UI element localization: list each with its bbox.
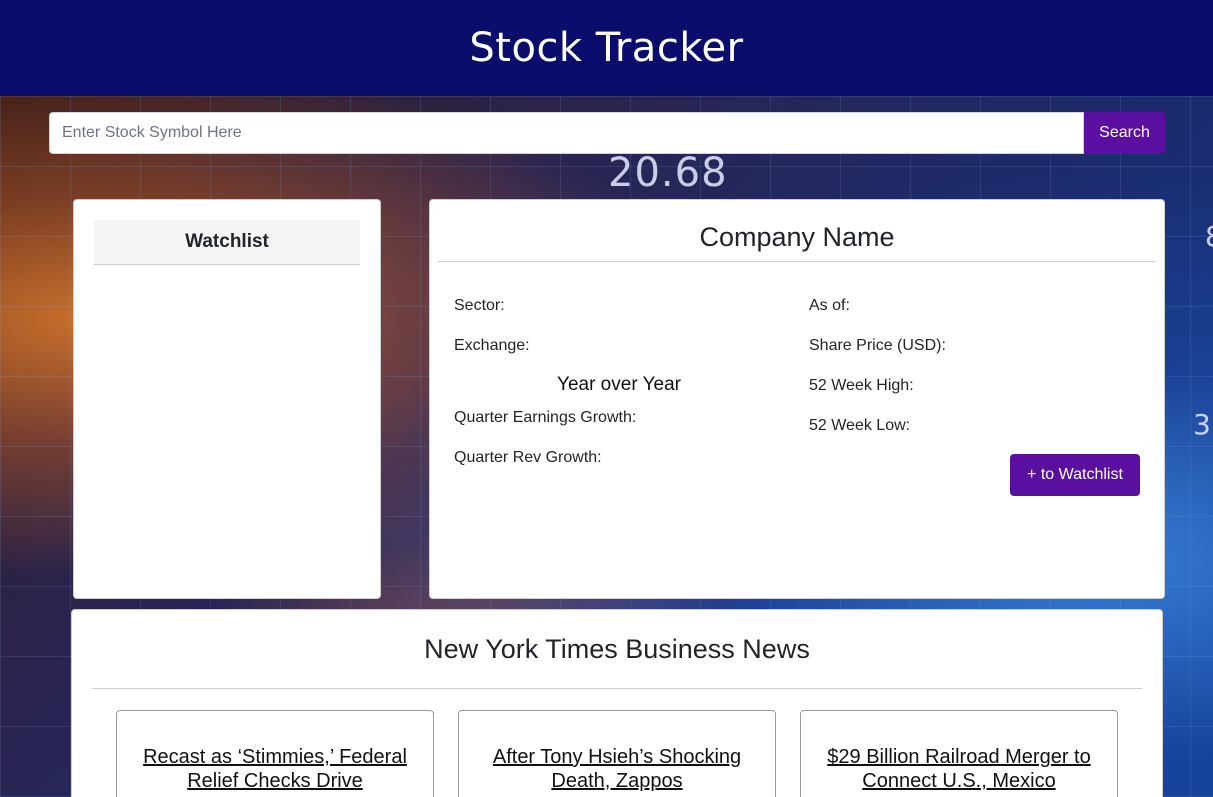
news-panel: New York Times Business News Recast as ‘… — [71, 609, 1163, 797]
news-section-title: New York Times Business News — [92, 628, 1142, 689]
news-article-link[interactable]: After Tony Hsieh’s Shocking Death, Zappo… — [475, 745, 759, 793]
sector-label: Sector: — [454, 297, 505, 314]
news-article-link[interactable]: Recast as ‘Stimmies,’ Federal Relief Che… — [133, 745, 417, 793]
background-ticker-number: 32 — [1193, 408, 1213, 441]
search-bar: Search — [49, 112, 1165, 154]
week52-low-label: 52 Week Low: — [809, 417, 911, 434]
exchange-label: Exchange: — [454, 337, 530, 354]
year-over-year-heading: Year over Year — [557, 374, 681, 395]
company-details-panel: Company Name Sector: Exchange: Year over… — [429, 199, 1165, 599]
quarter-earnings-growth-label: Quarter Earnings Growth: — [454, 409, 637, 426]
company-name: Company Name — [438, 214, 1156, 262]
quarter-rev-growth-label: Quarter Rev Growth: — [454, 449, 602, 466]
watchlist-title: Watchlist — [94, 220, 360, 265]
stock-symbol-input[interactable] — [49, 112, 1084, 154]
as-of-label: As of: — [809, 297, 850, 314]
share-price-label: Share Price (USD): — [809, 337, 946, 354]
background-ticker-number: 8 — [1205, 220, 1213, 253]
app-title: Stock Tracker — [469, 25, 744, 71]
search-button[interactable]: Search — [1084, 112, 1165, 154]
app-header: Stock Tracker — [0, 0, 1213, 96]
week52-high-label: 52 Week High: — [809, 377, 914, 394]
watchlist-panel: Watchlist — [73, 199, 381, 599]
news-article-card: $29 Billion Railroad Merger to Connect U… — [800, 710, 1118, 797]
news-article-card: Recast as ‘Stimmies,’ Federal Relief Che… — [116, 710, 434, 797]
add-to-watchlist-button[interactable]: + to Watchlist — [1010, 454, 1140, 496]
news-article-card: After Tony Hsieh’s Shocking Death, Zappo… — [458, 710, 776, 797]
news-article-link[interactable]: $29 Billion Railroad Merger to Connect U… — [817, 745, 1101, 793]
background-ticker-number: 20.68 — [608, 150, 728, 196]
